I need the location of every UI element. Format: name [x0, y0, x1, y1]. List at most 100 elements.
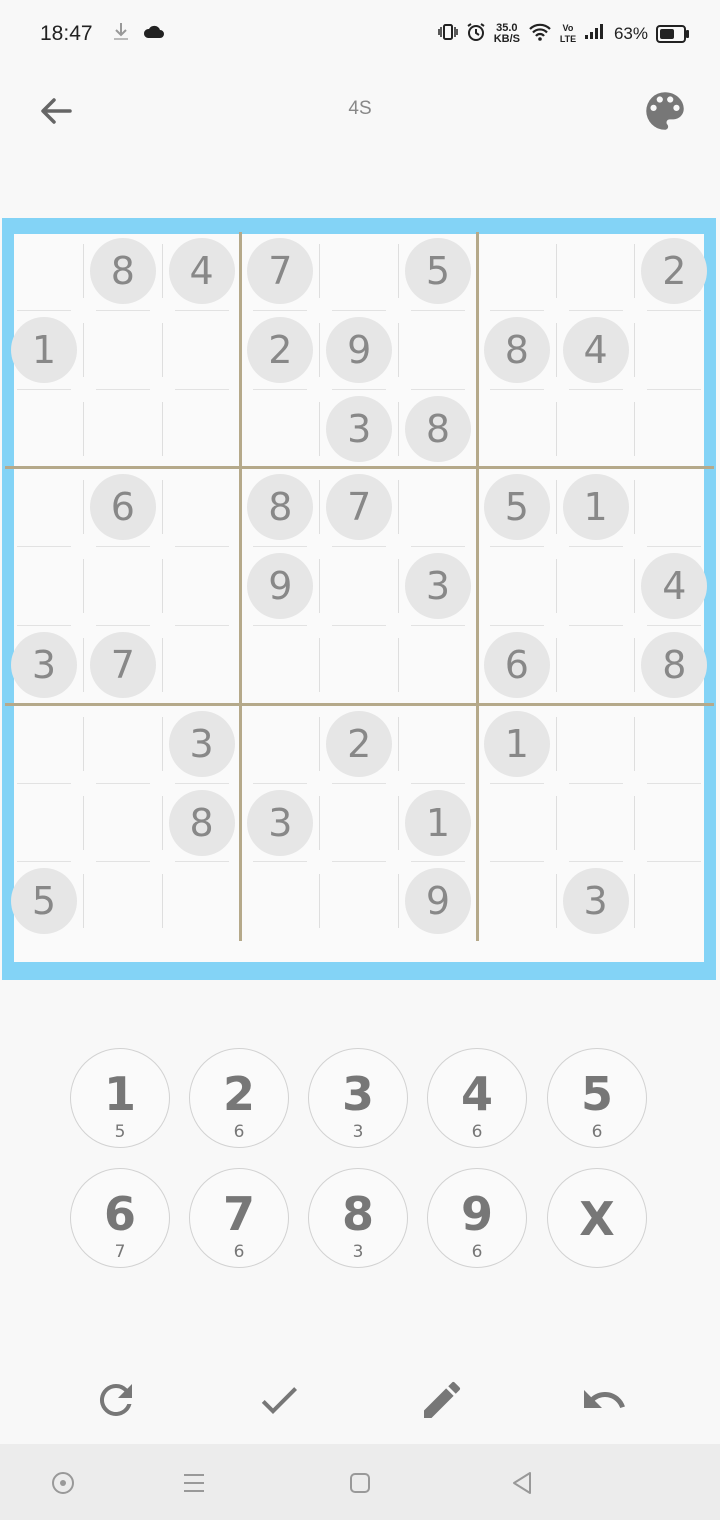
number-key-5[interactable]: 56: [547, 1048, 647, 1148]
assistant-button[interactable]: [46, 1466, 80, 1500]
sudoku-cell[interactable]: [241, 626, 319, 704]
sudoku-cell[interactable]: [84, 547, 162, 625]
recents-button[interactable]: [177, 1466, 211, 1500]
sudoku-cell[interactable]: 8: [478, 311, 556, 389]
sudoku-cell[interactable]: [557, 626, 635, 704]
sudoku-cell[interactable]: 3: [241, 784, 319, 862]
sudoku-cell[interactable]: 1: [557, 468, 635, 546]
sudoku-cell[interactable]: [241, 390, 319, 468]
undo-button[interactable]: [580, 1376, 628, 1424]
sudoku-cell[interactable]: 7: [320, 468, 398, 546]
sudoku-cell[interactable]: [635, 311, 713, 389]
sudoku-cell[interactable]: [163, 311, 241, 389]
number-key-3[interactable]: 33: [308, 1048, 408, 1148]
number-key-4[interactable]: 46: [427, 1048, 527, 1148]
sudoku-cell[interactable]: [635, 705, 713, 783]
sudoku-cell[interactable]: [84, 784, 162, 862]
sudoku-cell[interactable]: 8: [84, 232, 162, 310]
sudoku-cell[interactable]: [163, 390, 241, 468]
sudoku-cell[interactable]: 4: [163, 232, 241, 310]
sudoku-cell[interactable]: [241, 862, 319, 940]
sudoku-cell[interactable]: 4: [635, 547, 713, 625]
number-key-8[interactable]: 83: [308, 1168, 408, 1268]
sudoku-cell[interactable]: [320, 232, 398, 310]
sudoku-cell[interactable]: [163, 862, 241, 940]
sudoku-cell[interactable]: [84, 390, 162, 468]
sudoku-cell[interactable]: [635, 390, 713, 468]
sudoku-cell[interactable]: [163, 547, 241, 625]
sudoku-cell[interactable]: [320, 862, 398, 940]
home-button[interactable]: [343, 1466, 377, 1500]
number-key-1[interactable]: 15: [70, 1048, 170, 1148]
sudoku-cell[interactable]: [399, 705, 477, 783]
sudoku-cell[interactable]: [320, 784, 398, 862]
sudoku-cell[interactable]: 3: [320, 390, 398, 468]
sudoku-cell[interactable]: [557, 547, 635, 625]
number-key-6[interactable]: 67: [70, 1168, 170, 1268]
sudoku-cell[interactable]: [5, 468, 83, 546]
sudoku-cell[interactable]: 3: [163, 705, 241, 783]
sudoku-cell[interactable]: 2: [320, 705, 398, 783]
sudoku-cell[interactable]: 5: [399, 232, 477, 310]
number-key-9[interactable]: 96: [427, 1168, 527, 1268]
sudoku-cell[interactable]: [557, 705, 635, 783]
sudoku-cell[interactable]: [84, 862, 162, 940]
sudoku-cell[interactable]: [5, 232, 83, 310]
sudoku-cell[interactable]: [557, 784, 635, 862]
sudoku-cell[interactable]: 8: [163, 784, 241, 862]
sudoku-cell[interactable]: 3: [399, 547, 477, 625]
number-key-2[interactable]: 26: [189, 1048, 289, 1148]
sudoku-cell[interactable]: [478, 390, 556, 468]
sudoku-cell[interactable]: 5: [478, 468, 556, 546]
sudoku-cell[interactable]: 9: [241, 547, 319, 625]
sudoku-cell[interactable]: 9: [399, 862, 477, 940]
sudoku-cell[interactable]: [5, 547, 83, 625]
sudoku-cell[interactable]: [635, 784, 713, 862]
pencil-mode-button[interactable]: [418, 1376, 466, 1424]
sudoku-cell[interactable]: [5, 784, 83, 862]
sudoku-cell[interactable]: [320, 547, 398, 625]
sudoku-cell[interactable]: 6: [478, 626, 556, 704]
sudoku-cell[interactable]: 3: [5, 626, 83, 704]
sudoku-cell[interactable]: 7: [84, 626, 162, 704]
sudoku-cell[interactable]: [399, 626, 477, 704]
sudoku-cell[interactable]: [557, 390, 635, 468]
sudoku-cell[interactable]: 4: [557, 311, 635, 389]
sudoku-cell[interactable]: [399, 468, 477, 546]
sudoku-cell[interactable]: [399, 311, 477, 389]
sudoku-cell[interactable]: 9: [320, 311, 398, 389]
sudoku-cell[interactable]: 3: [557, 862, 635, 940]
sudoku-cell[interactable]: 6: [84, 468, 162, 546]
sudoku-cell[interactable]: [557, 232, 635, 310]
erase-key[interactable]: X: [547, 1168, 647, 1268]
sudoku-cell[interactable]: [478, 862, 556, 940]
sudoku-cell[interactable]: [478, 547, 556, 625]
sudoku-cell[interactable]: 7: [241, 232, 319, 310]
sudoku-cell[interactable]: [241, 705, 319, 783]
number-key-7[interactable]: 76: [189, 1168, 289, 1268]
check-button[interactable]: [255, 1376, 303, 1424]
sudoku-cell[interactable]: [163, 626, 241, 704]
sudoku-cell[interactable]: [635, 468, 713, 546]
sudoku-cell[interactable]: 8: [399, 390, 477, 468]
sudoku-cell[interactable]: 1: [478, 705, 556, 783]
sudoku-cell[interactable]: [84, 311, 162, 389]
sudoku-cell[interactable]: [5, 705, 83, 783]
sudoku-cell[interactable]: 8: [241, 468, 319, 546]
nav-back-button[interactable]: [505, 1466, 539, 1500]
theme-button[interactable]: [640, 86, 690, 136]
sudoku-cell[interactable]: [5, 390, 83, 468]
sudoku-cell[interactable]: [320, 626, 398, 704]
sudoku-cell[interactable]: 1: [399, 784, 477, 862]
sudoku-cell[interactable]: 1: [5, 311, 83, 389]
sudoku-cell[interactable]: 2: [241, 311, 319, 389]
sudoku-cell[interactable]: [163, 468, 241, 546]
sudoku-cell[interactable]: 5: [5, 862, 83, 940]
sudoku-cell[interactable]: 2: [635, 232, 713, 310]
sudoku-cell[interactable]: [478, 784, 556, 862]
sudoku-cell[interactable]: [84, 705, 162, 783]
sudoku-cell[interactable]: [635, 862, 713, 940]
restart-button[interactable]: [92, 1376, 140, 1424]
sudoku-cell[interactable]: 8: [635, 626, 713, 704]
sudoku-cell[interactable]: [478, 232, 556, 310]
